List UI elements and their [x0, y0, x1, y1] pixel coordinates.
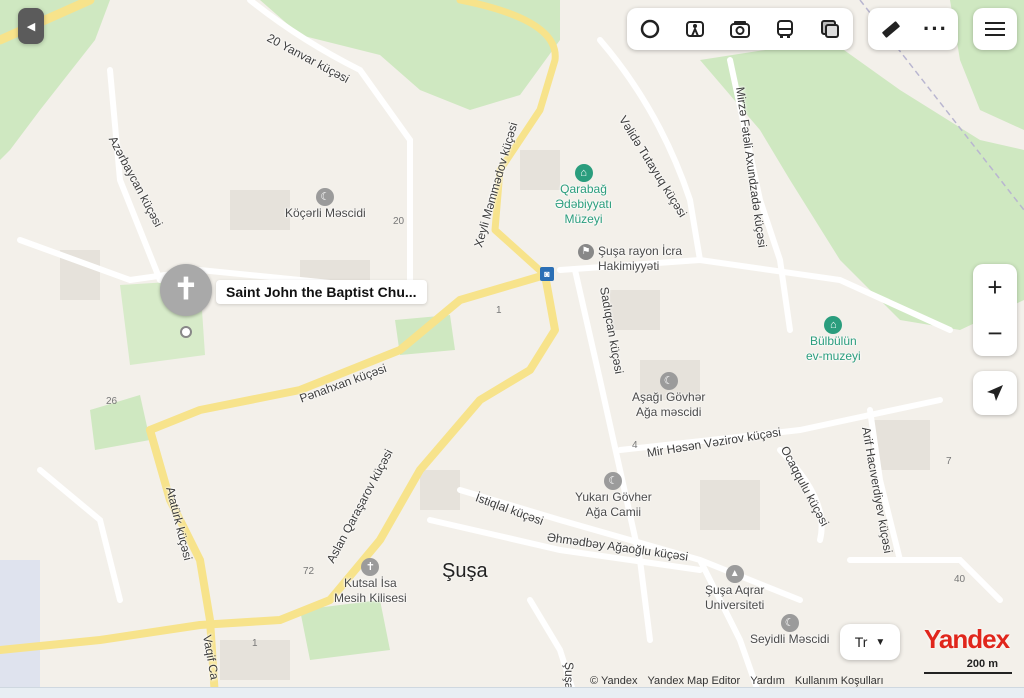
bottom-strip: [0, 687, 1024, 698]
poi-museum-bulbul[interactable]: ⌂ Bülbülün ev-muzeyi: [806, 316, 861, 364]
tools-toolbar: ···: [868, 8, 958, 50]
menu-button[interactable]: [973, 8, 1017, 50]
terms-link[interactable]: Kullanım Koşulları: [795, 675, 884, 687]
church-icon: ✝: [361, 558, 380, 576]
language-value: Tr: [854, 634, 868, 650]
yandex-logo[interactable]: Yandex: [924, 624, 1010, 655]
scale-line: [924, 672, 1012, 674]
my-location-button[interactable]: [973, 371, 1017, 415]
camera-icon: [730, 21, 750, 38]
layers-icon: [640, 19, 659, 39]
house-number: 1: [496, 305, 502, 316]
traffic-button[interactable]: [808, 8, 853, 50]
museum-icon: ⌂: [574, 164, 593, 182]
poi-mosque-kocerli[interactable]: ☾ Köçərli Məscidi: [285, 188, 366, 221]
poi-label: Şuşa Aqrar Universiteti: [705, 583, 765, 612]
map-canvas[interactable]: [0, 0, 1024, 697]
poi-label: Seyidli Məscidi: [750, 632, 830, 646]
cross-icon: ✝: [173, 273, 199, 306]
mosque-icon: ☾: [316, 188, 335, 206]
ruler-button[interactable]: [868, 8, 913, 50]
house-number: 20: [393, 216, 405, 227]
house-number: 4: [632, 440, 638, 451]
mosque-icon: ☾: [780, 614, 799, 632]
chevron-down-icon: ▼: [875, 636, 886, 648]
house-number: 26: [106, 396, 118, 407]
copyright-link[interactable]: © Yandex: [590, 675, 637, 687]
poi-label: Kutsal İsa Mesih Kilisesi: [334, 576, 407, 605]
more-button[interactable]: ···: [913, 8, 958, 50]
mosque-icon: ☾: [659, 372, 678, 390]
traffic-icon: [821, 20, 840, 38]
selected-poi-marker[interactable]: ✝: [160, 264, 212, 316]
bus-icon: [777, 20, 794, 38]
panorama-button[interactable]: [672, 8, 717, 50]
location-arrow-icon: [987, 385, 1003, 401]
poi-mosque-asagi[interactable]: ☾ Aşağı Gövhər Ağa məscidi: [632, 372, 705, 420]
ruler-icon: [881, 21, 900, 38]
poi-church-kutsal[interactable]: ✝ Kutsal İsa Mesih Kilisesi: [334, 558, 407, 606]
chevron-left-icon: ◀: [26, 20, 36, 33]
flag-icon: ⚑: [578, 244, 594, 260]
transit-stop-marker[interactable]: ◙: [540, 267, 554, 281]
street-label: Şuşa: [562, 662, 576, 690]
poi-government-office[interactable]: ⚑ Şuşa rayon İcra Hakimiyyəti: [578, 244, 682, 274]
scale-bar: 200 m: [924, 658, 1012, 674]
layers-button[interactable]: [627, 8, 672, 50]
museum-icon: ⌂: [824, 316, 843, 334]
house-number: 40: [954, 574, 966, 585]
layers-toolbar: [627, 8, 853, 50]
help-link[interactable]: Yardım: [750, 675, 785, 687]
map-editor-link[interactable]: Yandex Map Editor: [647, 675, 740, 687]
sidebar-toggle-button[interactable]: ◀: [18, 8, 44, 44]
poi-label: Bülbülün ev-muzeyi: [806, 334, 861, 363]
poi-university[interactable]: ▲ Şuşa Aqrar Universiteti: [705, 565, 764, 613]
house-number: 7: [946, 456, 952, 467]
language-select[interactable]: Tr ▼: [840, 624, 900, 660]
panorama-icon: [685, 21, 704, 37]
house-number: 1: [252, 638, 258, 649]
poi-museum-qarabag[interactable]: ⌂ Qarabağ Ədəbiyyatı Müzeyi: [555, 164, 612, 227]
city-label: Şuşa: [442, 560, 488, 582]
zoom-in-button[interactable]: +: [973, 264, 1017, 310]
poi-mosque-yukari[interactable]: ☾ Yukarı Gövher Ağa Camii: [575, 472, 652, 520]
poi-label: Qarabağ Ədəbiyyatı Müzeyi: [555, 182, 613, 226]
poi-label: Şuşa rayon İcra Hakimiyyəti: [598, 244, 683, 273]
poi-label: Köçərli Məscidi: [285, 206, 366, 220]
selected-poi-label[interactable]: Saint John the Baptist Chu...: [216, 280, 427, 304]
scale-label: 200 m: [964, 658, 1000, 670]
house-number: 72: [303, 566, 315, 577]
transit-button[interactable]: [763, 8, 808, 50]
zoom-out-button[interactable]: −: [973, 310, 1017, 356]
poi-label: Yukarı Gövher Ağa Camii: [575, 490, 652, 519]
photos-button[interactable]: [717, 8, 762, 50]
poi-label: Aşağı Gövhər Ağa məscidi: [632, 390, 706, 419]
menu-icon: [985, 22, 1005, 36]
poi-mosque-seyidli[interactable]: ☾ Seyidli Məscidi: [750, 614, 829, 647]
map-footer: © Yandex Yandex Map Editor Yardım Kullan…: [590, 675, 884, 687]
university-icon: ▲: [725, 565, 744, 583]
more-icon: ···: [923, 16, 948, 41]
mosque-icon: ☾: [604, 472, 623, 490]
zoom-controls: + −: [973, 264, 1017, 356]
selected-poi-pin-dot: [180, 326, 192, 338]
